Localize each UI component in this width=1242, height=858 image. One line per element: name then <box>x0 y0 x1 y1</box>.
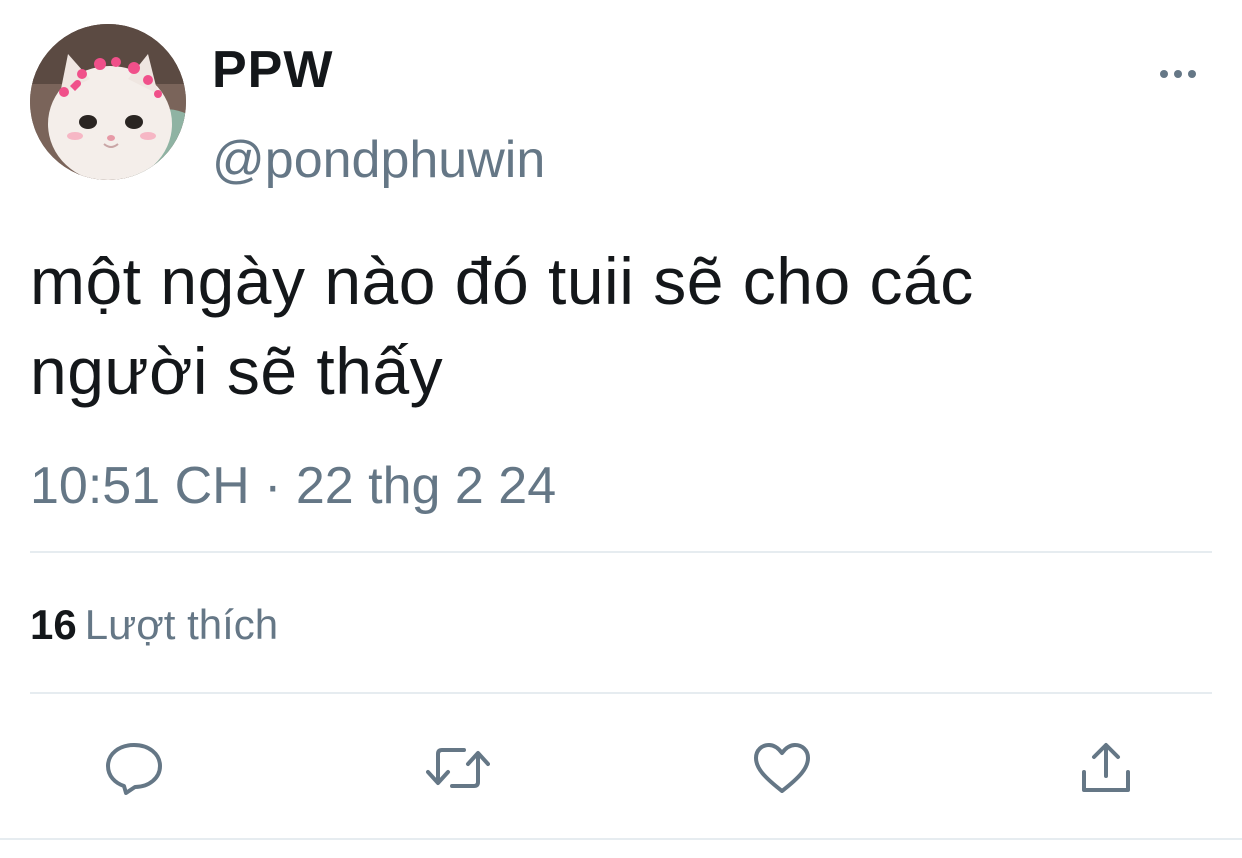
tweet-timestamp[interactable]: 10:51 CH · 22 thg 2 24 <box>30 460 556 512</box>
avatar[interactable] <box>30 24 186 180</box>
tweet-detail: PPW @pondphuwin một ngày nào đó tuii sẽ … <box>0 0 1242 858</box>
reply-icon <box>106 743 162 795</box>
share-icon <box>1082 743 1130 792</box>
share-button[interactable] <box>1074 736 1138 800</box>
avatar-cat-image <box>30 24 186 180</box>
divider <box>30 551 1212 553</box>
likes-summary[interactable]: 16 Lượt thích <box>30 604 278 646</box>
like-button[interactable] <box>750 736 814 800</box>
tweet-text-line: một ngày nào đó tuii sẽ cho các <box>30 244 974 318</box>
more-options-button[interactable] <box>1150 58 1206 90</box>
retweet-button[interactable] <box>426 736 490 800</box>
reply-button[interactable] <box>102 736 166 800</box>
more-horizontal-icon <box>1160 70 1196 78</box>
likes-label: Lượt thích <box>84 601 279 648</box>
divider <box>30 692 1212 694</box>
user-handle[interactable]: @pondphuwin <box>212 134 545 186</box>
heart-icon <box>754 743 810 793</box>
tweet-text: một ngày nào đó tuii sẽ cho các người sẽ… <box>30 236 1220 416</box>
likes-count: 16 <box>30 601 77 648</box>
tweet-text-line: người sẽ thấy <box>30 334 444 408</box>
retweet-icon <box>426 748 490 788</box>
display-name[interactable]: PPW <box>212 44 333 96</box>
divider <box>0 838 1242 840</box>
